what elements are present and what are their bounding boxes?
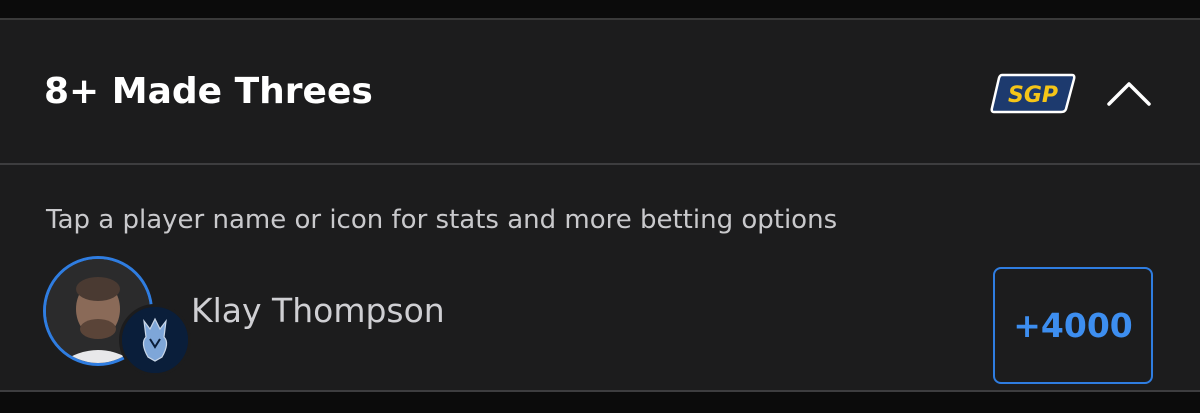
odds-button[interactable]: +4000 — [993, 267, 1153, 384]
player-name[interactable]: Klay Thompson — [191, 291, 445, 330]
odds-value: +4000 — [1013, 306, 1133, 345]
sgp-badge: SGP — [990, 72, 1076, 114]
market-card: 8+ Made Threes SGP Tap a player name or … — [0, 20, 1200, 390]
chevron-up-icon[interactable] — [1104, 76, 1154, 110]
player-avatar-button[interactable] — [43, 256, 193, 376]
sgp-badge-icon: SGP — [990, 73, 1076, 114]
market-title: 8+ Made Threes — [44, 71, 373, 112]
team-logo-icon — [119, 304, 191, 376]
hint-text: Tap a player name or icon for stats and … — [46, 205, 838, 235]
top-divider-strip — [0, 0, 1200, 20]
sgp-badge-label: SGP — [1008, 83, 1058, 108]
market-body: Tap a player name or icon for stats and … — [0, 165, 1200, 390]
market-header[interactable]: 8+ Made Threes SGP — [0, 20, 1200, 165]
bottom-strip — [0, 392, 1200, 413]
